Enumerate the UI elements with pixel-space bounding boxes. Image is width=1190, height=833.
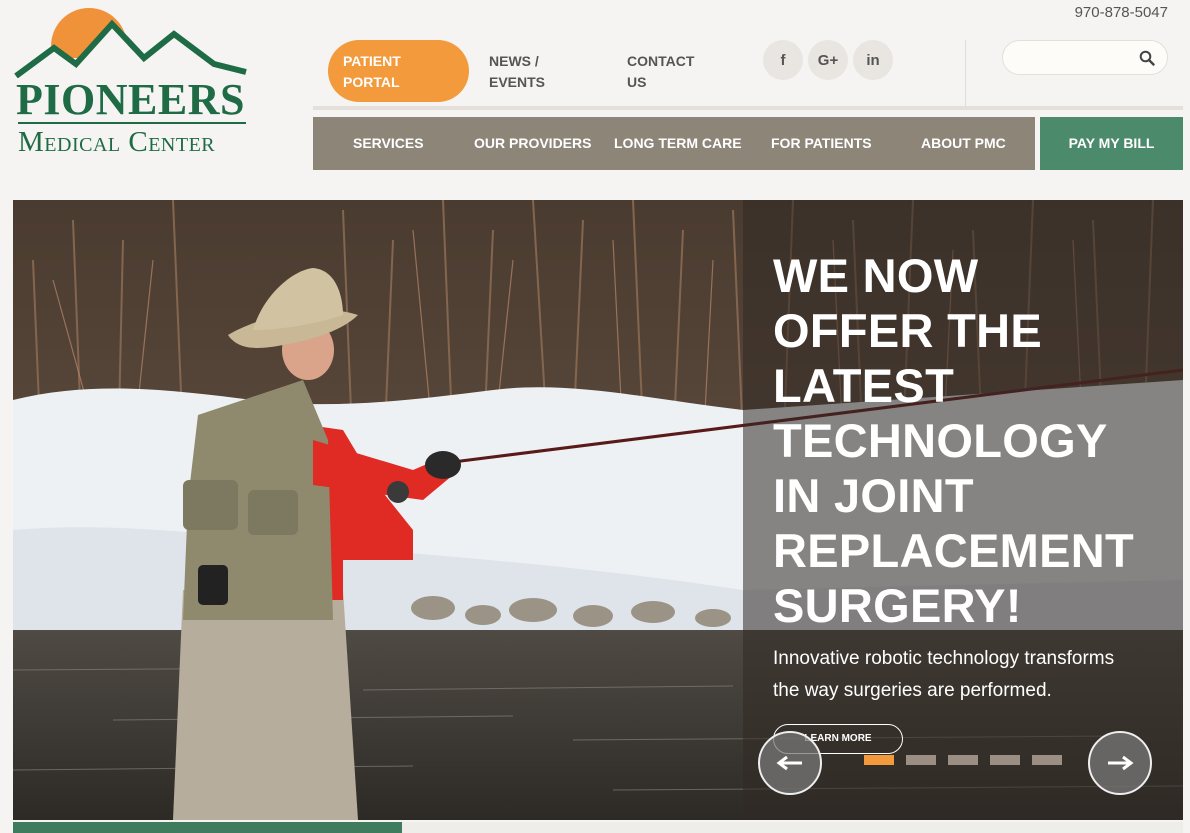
top-nav-rule [313,106,1183,110]
page: PIONEERS Medical Center 970-878-5047 PAT… [0,0,1190,833]
hero-title-line: SURGERY! [773,579,1022,632]
nav-about-pmc[interactable]: ABOUT PMC [921,117,1006,170]
nav-our-providers[interactable]: OUR PROVIDERS [474,117,591,170]
search-icon[interactable] [1139,50,1155,66]
slide-dot[interactable] [990,755,1020,765]
logo-mountains-icon [14,8,250,78]
hero-title-line: IN JOINT [773,469,974,522]
linkedin-icon[interactable]: in [853,40,893,80]
contact-us-label-1: CONTACT [627,53,695,69]
news-events-link[interactable]: NEWS / EVENTS [489,51,545,93]
contact-us-link[interactable]: CONTACT US [627,51,694,93]
slide-indicators [864,755,1062,765]
phone-number[interactable]: 970-878-5047 [1075,4,1168,21]
news-events-label-2: EVENTS [489,74,546,90]
nav-for-patients[interactable]: FOR PATIENTS [771,117,872,170]
contact-us-label-2: US [627,74,647,90]
slide-dot[interactable] [948,755,978,765]
hero-subtitle-line: the way surgeries are performed. [773,680,1052,701]
slide-dot[interactable] [1032,755,1062,765]
arrow-right-icon [1108,755,1134,771]
search-box[interactable] [1002,40,1168,75]
nav-services[interactable]: SERVICES [353,117,424,170]
hero-title-line: OFFER THE [773,304,1043,357]
slide-dot[interactable] [906,755,936,765]
header-divider [965,40,966,106]
next-slide-button[interactable] [1088,731,1152,795]
hero-title-line: LATEST [773,359,955,412]
hero-title-line: TECHNOLOGY [773,414,1108,467]
search-input[interactable] [1015,47,1135,69]
main-nav: SERVICES OUR PROVIDERS LONG TERM CARE FO… [313,117,1035,170]
hero-subtitle: Innovative robotic technology transforms… [773,643,1173,707]
bottom-tab-active[interactable] [13,822,402,833]
bottom-tab-strip [402,822,1183,833]
nav-long-term-care[interactable]: LONG TERM CARE [614,117,742,170]
patient-portal-button[interactable]: PATIENT PORTAL [328,40,469,102]
hero-title-line: WE NOW [773,249,979,302]
news-events-label-1: NEWS / [489,53,539,69]
hero-subtitle-line: Innovative robotic technology transforms [773,648,1115,669]
hero-title-line: REPLACEMENT [773,524,1135,577]
hero-slider: WE NOW OFFER THE LATEST TECHNOLOGY IN JO… [13,200,1183,820]
patient-portal-label-2: PORTAL [343,74,400,90]
arrow-left-icon [776,755,802,771]
prev-slide-button[interactable] [758,731,822,795]
facebook-icon[interactable]: f [763,40,803,80]
hero-title: WE NOW OFFER THE LATEST TECHNOLOGY IN JO… [773,248,1173,633]
pioneers-logo[interactable]: PIONEERS Medical Center [14,6,250,158]
logo-subtitle: Medical Center [18,126,216,158]
google-plus-icon[interactable]: G+ [808,40,848,80]
pay-my-bill-button[interactable]: PAY MY BILL [1040,117,1183,170]
patient-portal-label-1: PATIENT [343,53,401,69]
slide-dot[interactable] [864,755,894,765]
logo-divider [18,122,246,124]
logo-title: PIONEERS [16,75,245,124]
